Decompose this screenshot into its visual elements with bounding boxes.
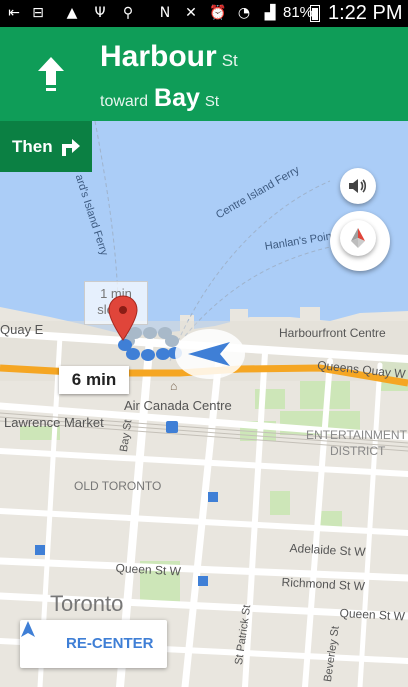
recenter-button[interactable]: RE-CENTER (20, 620, 167, 668)
status-bar: ⇤ ⊟ ▲ Ψ ⚲ N ✕ ⏰ ◔ ▟ 81% 1:22 PM (0, 0, 408, 27)
old-toronto-label: OLD TORONTO (74, 479, 162, 493)
battery-icon (310, 5, 320, 22)
usb-icon: Ψ (94, 5, 106, 21)
harbourfront-label: Harbourfront Centre (279, 326, 386, 340)
alarm-icon: ⏰ (209, 5, 227, 21)
signal-icon: ▟ (264, 5, 276, 21)
city-label: Toronto (50, 591, 124, 616)
then-label: Then (12, 137, 53, 156)
then-next-turn[interactable]: Then (0, 121, 92, 172)
nfc-icon: N (159, 5, 171, 21)
navigation-header[interactable]: Harbour St toward Bay St (0, 27, 408, 121)
current-location-arrow-icon (188, 342, 230, 366)
compass-button[interactable] (340, 220, 376, 256)
district-label: DISTRICT (330, 444, 386, 458)
current-street: Harbour St (100, 40, 238, 74)
air-canada-centre-label: Air Canada Centre (124, 398, 232, 413)
landmark-icon: ⌂ (170, 379, 178, 393)
recenter-label: RE-CENTER (66, 635, 154, 652)
sound-button[interactable] (340, 168, 376, 204)
toward-street-suffix: St (204, 93, 220, 110)
compass-icon (351, 228, 365, 248)
toward-street: toward Bay St (100, 84, 219, 113)
lawrence-market-label: Lawrence Market (4, 415, 104, 430)
entertainment-label: ENTERTAINMENT (306, 428, 407, 442)
mute-icon: ✕ (185, 5, 197, 21)
turn-right-icon (62, 139, 80, 156)
eta-callout: 6 min (59, 366, 129, 394)
wifi-icon: ◔ (237, 5, 251, 21)
straight-arrow-icon (38, 57, 64, 91)
navigation-icon: ▲ (66, 5, 78, 21)
street-suffix: St (221, 51, 238, 70)
street-name: Harbour (100, 40, 217, 73)
clock: 1:22 PM (328, 2, 403, 24)
destination-pin-icon[interactable] (107, 294, 139, 344)
volume-icon (349, 179, 367, 193)
toward-label: toward (100, 93, 149, 110)
back-icon: ⇤ (8, 5, 20, 21)
toward-street-name: Bay (154, 84, 200, 112)
quay-e-label: Quay E (0, 322, 44, 337)
cast-icon: ⊟ (32, 5, 44, 21)
navigation-arrow-icon (21, 621, 35, 637)
location-icon: ⚲ (122, 5, 134, 21)
battery-percent: 81% (283, 4, 314, 21)
map[interactable]: ard's Island Ferry Centre Island Ferry H… (0, 121, 408, 687)
